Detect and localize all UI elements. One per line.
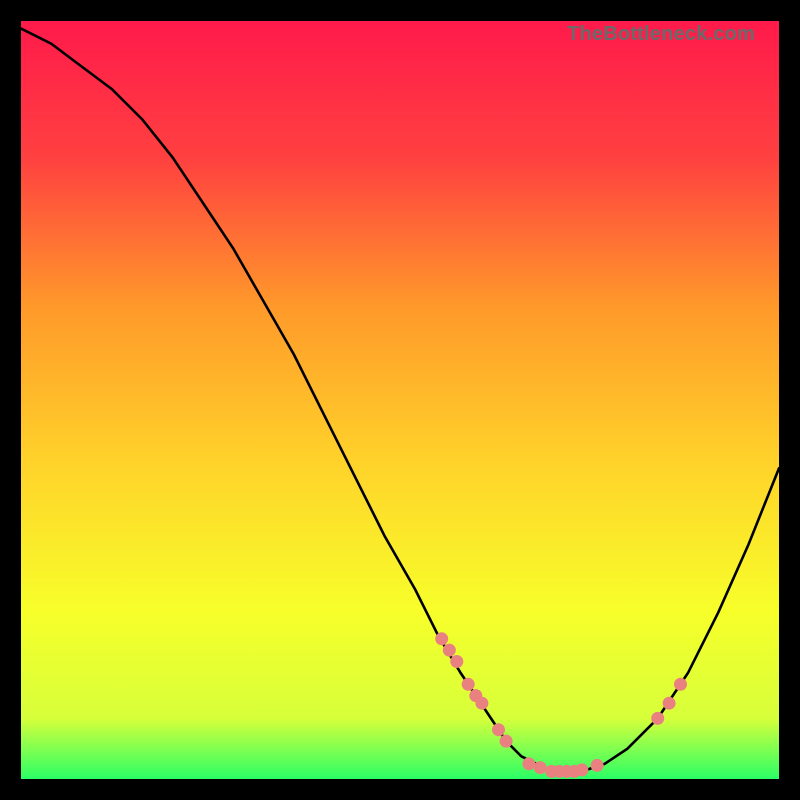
curve-marker bbox=[663, 697, 676, 710]
curve-marker bbox=[462, 678, 475, 691]
watermark-text: TheBottleneck.com bbox=[567, 23, 755, 46]
curve-marker bbox=[492, 723, 505, 736]
curve-marker bbox=[500, 735, 513, 748]
curve-marker bbox=[443, 644, 456, 657]
curve-marker bbox=[534, 761, 547, 774]
curve-marker bbox=[475, 697, 488, 710]
curve-marker bbox=[450, 655, 463, 668]
gradient-background bbox=[21, 21, 779, 779]
curve-marker bbox=[591, 759, 604, 772]
curve-marker bbox=[575, 763, 588, 776]
curve-marker bbox=[674, 678, 687, 691]
curve-marker bbox=[651, 712, 664, 725]
chart-frame: TheBottleneck.com bbox=[21, 21, 779, 779]
chart-canvas bbox=[21, 21, 779, 779]
curve-marker bbox=[435, 632, 448, 645]
curve-marker bbox=[522, 757, 535, 770]
